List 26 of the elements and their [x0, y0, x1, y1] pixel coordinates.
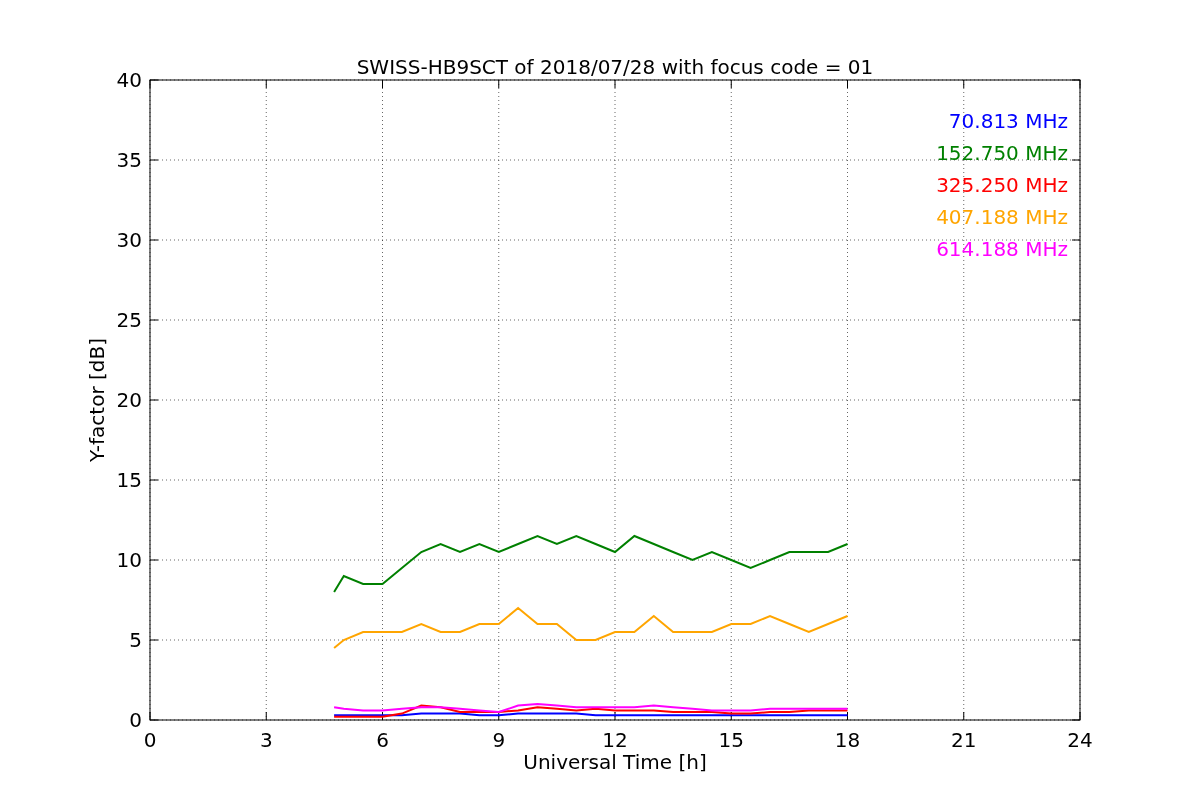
- y-tick-label: 35: [116, 148, 142, 172]
- y-tick-label: 20: [116, 388, 142, 412]
- x-tick-label: 21: [951, 728, 977, 752]
- chart-title: SWISS-HB9SCT of 2018/07/28 with focus code = 01: [356, 55, 874, 79]
- x-tick-label: 9: [492, 728, 506, 752]
- y-tick-label: 30: [116, 228, 142, 252]
- legend-label: 614.188 MHz: [936, 237, 1068, 261]
- y-tick-label: 10: [116, 548, 142, 572]
- x-axis-label: Universal Time [h]: [523, 750, 707, 774]
- y-axis-label: Y-factor [dB]: [85, 338, 109, 462]
- x-tick-label: 12: [602, 728, 628, 752]
- y-tick-label: 0: [129, 708, 142, 732]
- legend-label: 152.750 MHz: [936, 141, 1068, 165]
- x-tick-label: 15: [718, 728, 744, 752]
- x-tick-label: 18: [834, 728, 861, 752]
- x-tick-label: 0: [143, 728, 157, 752]
- legend-label: 325.250 MHz: [936, 173, 1068, 197]
- legend-label: 70.813 MHz: [948, 109, 1068, 133]
- x-tick-label: 24: [1067, 728, 1093, 752]
- y-tick-label: 15: [116, 468, 142, 492]
- y-tick-label: 5: [129, 628, 142, 652]
- x-tick-label: 3: [259, 728, 273, 752]
- y-tick-label: 40: [116, 68, 142, 92]
- legend-label: 407.188 MHz: [936, 205, 1068, 229]
- x-tick-label: 6: [376, 728, 389, 752]
- y-tick-label: 25: [116, 308, 142, 332]
